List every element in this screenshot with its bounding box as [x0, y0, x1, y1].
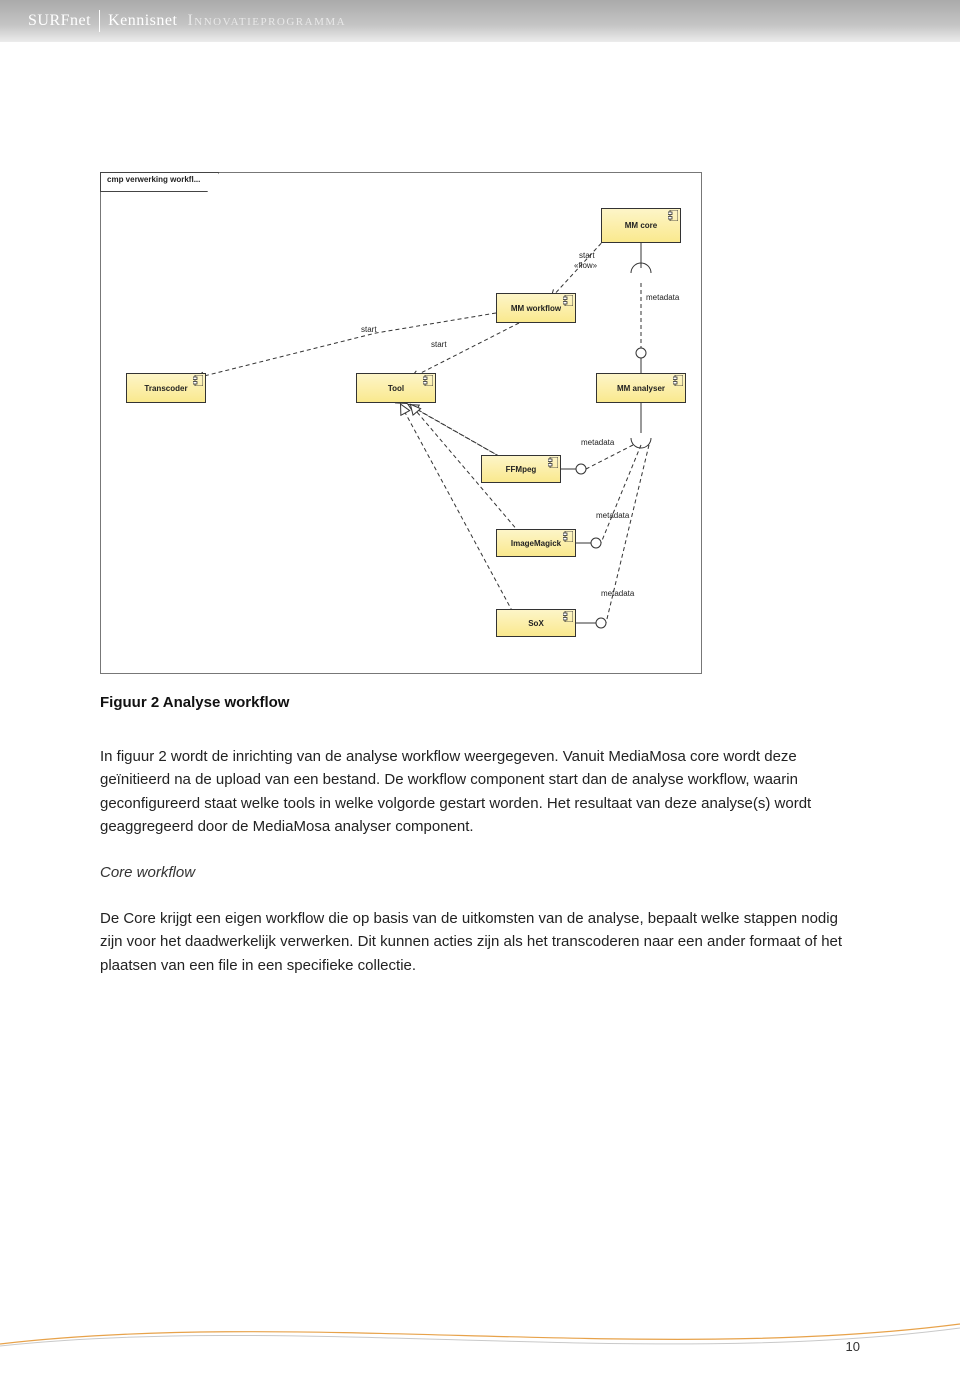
component-icon	[563, 611, 573, 622]
component-tool: Tool	[356, 373, 436, 403]
component-icon	[423, 375, 433, 386]
page-footer: 10	[0, 1314, 960, 1354]
page-header: SURFnet Kennisnet Innovatieprogramma	[0, 0, 960, 42]
component-label: FFMpeg	[506, 465, 537, 474]
edge-label-metadata-sox: metadata	[601, 589, 634, 598]
component-mm-workflow: MM workflow	[496, 293, 576, 323]
footer-swoosh-icon	[0, 1314, 960, 1354]
component-label: MM analyser	[617, 384, 665, 393]
program-name: Innovatieprogramma	[187, 12, 346, 30]
uml-diagram: cmp verwerking workfl...	[100, 172, 702, 674]
component-label: SoX	[528, 619, 544, 628]
component-mm-analyser: MM analyser	[596, 373, 686, 403]
component-label: ImageMagick	[511, 539, 561, 548]
content-area: cmp verwerking workfl...	[0, 42, 960, 977]
component-icon	[563, 295, 573, 306]
paragraph-2: De Core krijgt een eigen workflow die op…	[100, 907, 860, 977]
edge-label-start-flow-1: start	[579, 251, 595, 260]
brand-surfnet: SURFnet	[28, 12, 91, 30]
edge-label-metadata-ffmpeg: metadata	[581, 438, 614, 447]
edge-label-start-b: start	[431, 340, 447, 349]
component-ffmpeg: FFMpeg	[481, 455, 561, 483]
edge-label-start-a: start	[361, 325, 377, 334]
diagram-edges	[101, 173, 701, 673]
component-icon	[193, 375, 203, 386]
component-label: MM core	[625, 221, 657, 230]
edge-label-metadata-top: metadata	[646, 293, 679, 302]
diagram-title-tab: cmp verwerking workfl...	[100, 172, 219, 192]
component-icon	[563, 531, 573, 542]
component-imagemagick: ImageMagick	[496, 529, 576, 557]
component-label: Transcoder	[144, 384, 187, 393]
figure-caption: Figuur 2 Analyse workflow	[100, 694, 860, 711]
page: SURFnet Kennisnet Innovatieprogramma cmp…	[0, 0, 960, 1378]
component-transcoder: Transcoder	[126, 373, 206, 403]
brand-kennisnet: Kennisnet	[108, 12, 177, 30]
subheading-core-workflow: Core workflow	[100, 864, 860, 881]
paragraph-1: In figuur 2 wordt de inrichting van de a…	[100, 745, 860, 838]
component-icon	[668, 210, 678, 221]
component-mm-core: MM core	[601, 208, 681, 243]
edge-label-start-flow-2: «flow»	[574, 261, 597, 270]
edge-label-metadata-imagemagick: metadata	[596, 511, 629, 520]
component-label: Tool	[388, 384, 404, 393]
page-number: 10	[846, 1339, 860, 1354]
component-icon	[673, 375, 683, 386]
component-icon	[548, 457, 558, 468]
component-label: MM workflow	[511, 304, 561, 313]
brand-divider	[99, 10, 100, 32]
component-sox: SoX	[496, 609, 576, 637]
